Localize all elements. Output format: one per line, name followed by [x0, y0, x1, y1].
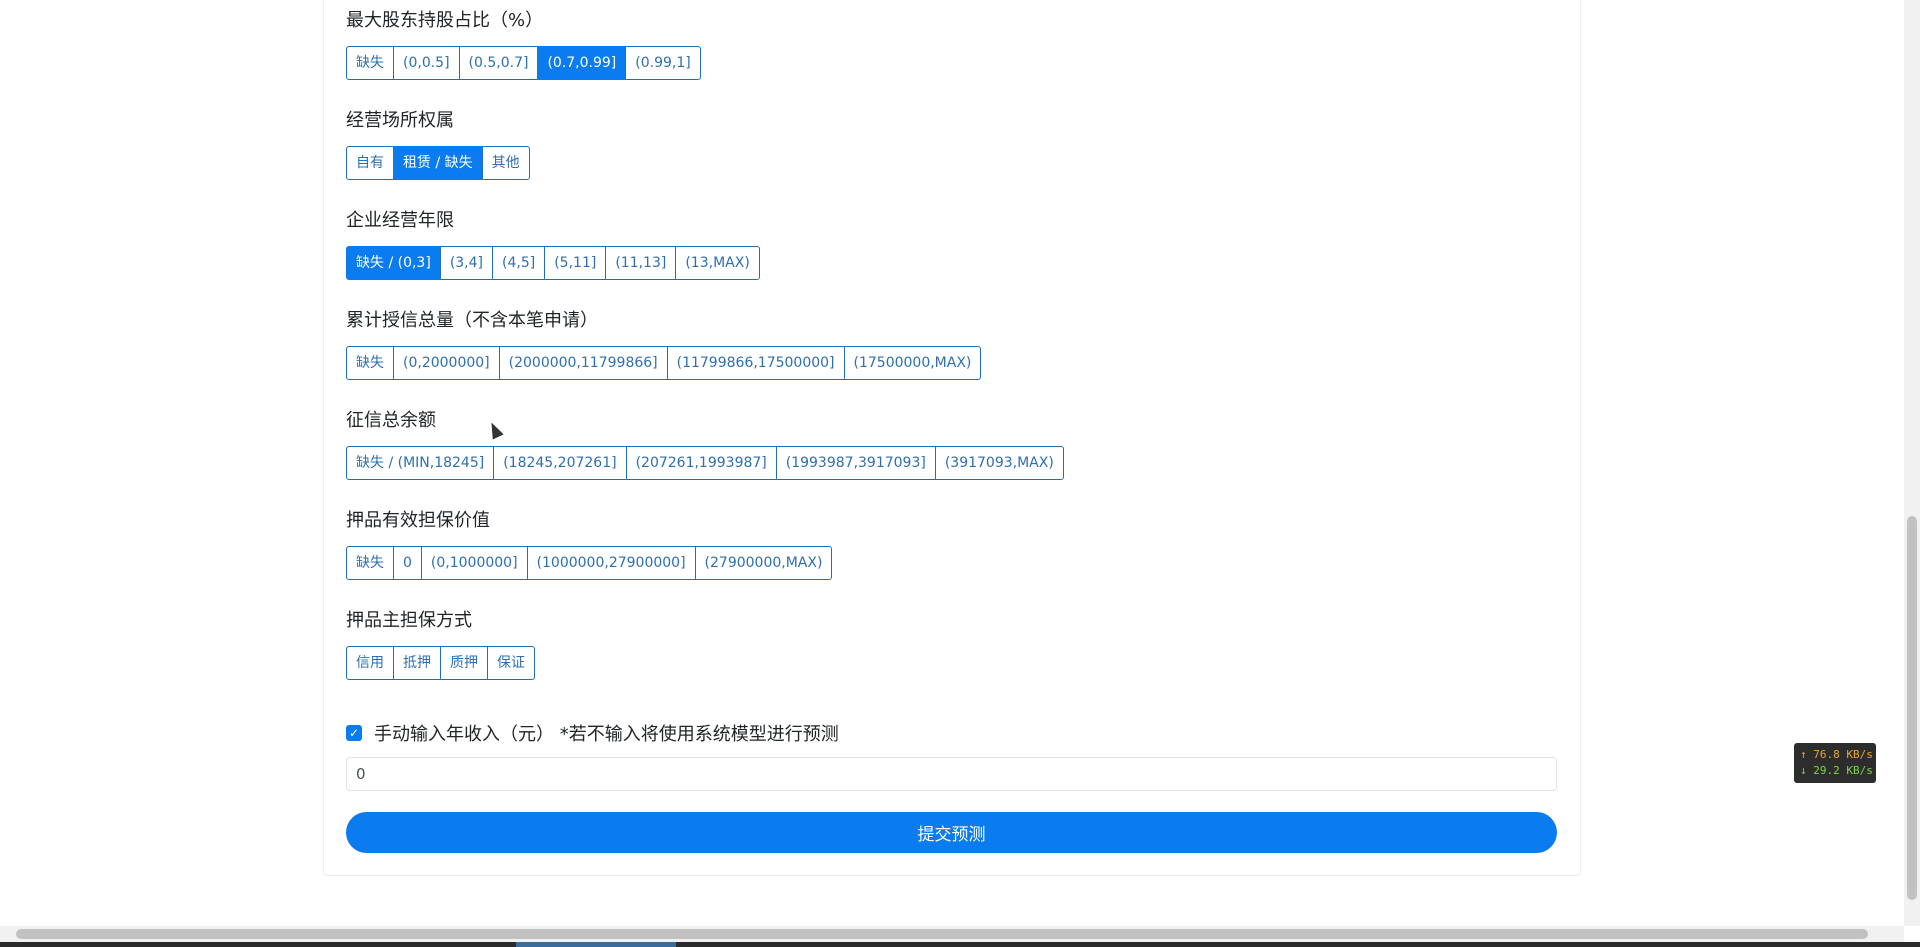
vertical-scrollbar[interactable]: [1904, 0, 1920, 926]
option-section: 经营场所权属自有 租赁 / 缺失 其他: [346, 110, 530, 180]
option-button[interactable]: (0,2000000]: [393, 346, 500, 380]
option-button[interactable]: (0.99,1]: [625, 46, 701, 80]
option-button-group: 缺失 (0,2000000] (2000000,11799866] (11799866…: [346, 346, 982, 380]
option-button[interactable]: 质押: [440, 646, 488, 680]
option-button[interactable]: 缺失 / (MIN,18245]: [346, 446, 495, 480]
vertical-scrollbar-thumb[interactable]: [1907, 516, 1917, 900]
option-button[interactable]: 抵押: [393, 646, 441, 680]
manual-income-row[interactable]: ✓ 手动输入年收入（元） *若不输入将使用系统模型进行预测: [346, 720, 839, 746]
option-button[interactable]: (0.5,0.7]: [458, 46, 539, 80]
option-button[interactable]: 0: [393, 546, 422, 580]
submit-prediction-button[interactable]: 提交预测: [346, 812, 1557, 853]
option-button[interactable]: (27900000,MAX): [694, 546, 833, 580]
option-button[interactable]: (11,13]: [605, 246, 677, 280]
taskbar: [0, 942, 1920, 947]
option-button-group: 缺失 (0,0.5] (0.5,0.7] (0.7,0.99] (0.99,1]: [346, 46, 701, 80]
option-section: 征信总余额缺失 / (MIN,18245] (18245,207261] (2072…: [346, 410, 1064, 480]
option-button-group: 自有 租赁 / 缺失 其他: [346, 146, 530, 180]
option-button[interactable]: 其他: [481, 146, 530, 180]
section-title: 企业经营年限: [346, 210, 454, 231]
option-section: 押品有效担保价值缺失 0 (0,1000000] (1000000,27900000]…: [346, 510, 833, 580]
option-button[interactable]: (0,1000000]: [420, 546, 528, 580]
section-title: 押品主担保方式: [346, 610, 472, 631]
option-button[interactable]: (5,11]: [544, 246, 607, 280]
section-title: 最大股东持股占比（%）: [346, 10, 544, 31]
taskbar-active-item[interactable]: [516, 942, 676, 947]
option-button[interactable]: 缺失 / (0,3]: [346, 246, 441, 280]
option-button[interactable]: (18245,207261]: [493, 446, 627, 480]
option-button[interactable]: 信用: [346, 646, 394, 680]
option-section: 押品主担保方式信用 抵押 质押 保证: [346, 610, 535, 680]
option-button[interactable]: 自有: [346, 146, 394, 180]
option-button[interactable]: (11799866,17500000]: [666, 346, 845, 380]
section-title: 征信总余额: [346, 410, 436, 431]
upload-speed: ↑ 76.8 KB/s: [1800, 748, 1873, 761]
option-button[interactable]: (1993987,3917093]: [775, 446, 936, 480]
manual-income-checkbox[interactable]: ✓: [346, 725, 362, 741]
option-section: 最大股东持股占比（%） 缺失 (0,0.5] (0.5,0.7] (0.7,0.99](…: [346, 10, 701, 80]
option-button[interactable]: (0.7,0.99]: [537, 46, 627, 80]
option-button[interactable]: 保证: [487, 646, 535, 680]
horizontal-scrollbar[interactable]: [0, 926, 1904, 942]
option-button-group: 缺失 0 (0,1000000] (1000000,27900000] (2790000…: [346, 546, 833, 580]
option-button[interactable]: 缺失: [346, 546, 394, 580]
option-section: 累计授信总量（不含本笔申请） 缺失 (0,2000000] (2000000,1179…: [346, 310, 982, 380]
option-button[interactable]: (13,MAX): [675, 246, 760, 280]
option-button[interactable]: (207261,1993987]: [625, 446, 777, 480]
annual-income-input[interactable]: [346, 757, 1557, 791]
option-section: 企业经营年限缺失 / (0,3] (3,4] (4,5] (5,11] (11,13](…: [346, 210, 760, 280]
option-button[interactable]: (2000000,11799866]: [498, 346, 668, 380]
section-title: 累计授信总量（不含本笔申请）: [346, 310, 598, 331]
download-speed: ↓ 29.2 KB/s: [1800, 764, 1873, 777]
network-speed-widget: ↑ 76.8 KB/s ↓ 29.2 KB/s: [1794, 743, 1876, 783]
option-button[interactable]: (3,4]: [439, 246, 494, 280]
option-button-group: 信用 抵押 质押 保证: [346, 646, 535, 680]
option-button[interactable]: (4,5]: [492, 246, 546, 280]
option-button[interactable]: (0,0.5]: [393, 46, 460, 80]
horizontal-scrollbar-thumb[interactable]: [16, 929, 1868, 939]
option-button[interactable]: 租赁 / 缺失: [393, 146, 483, 180]
option-button-group: 缺失 / (0,3] (3,4] (4,5] (5,11] (11,13] (13,MAX…: [346, 246, 760, 280]
option-button[interactable]: 缺失: [346, 46, 394, 80]
option-button[interactable]: (3917093,MAX): [934, 446, 1064, 480]
option-button[interactable]: 缺失: [346, 346, 394, 380]
manual-income-label[interactable]: 手动输入年收入（元） *若不输入将使用系统模型进行预测: [374, 720, 839, 746]
section-title: 押品有效担保价值: [346, 510, 490, 531]
option-button-group: 缺失 / (MIN,18245] (18245,207261] (207261,19…: [346, 446, 1064, 480]
option-button[interactable]: (1000000,27900000]: [526, 546, 696, 580]
option-button[interactable]: (17500000,MAX): [843, 346, 982, 380]
section-title: 经营场所权属: [346, 110, 454, 131]
